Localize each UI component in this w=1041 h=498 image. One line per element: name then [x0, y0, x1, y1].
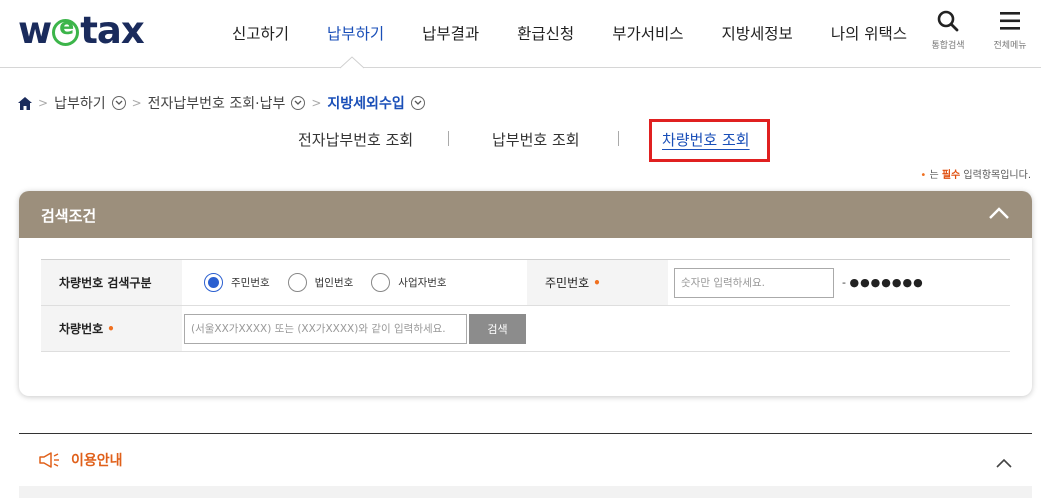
radio-circle — [371, 273, 391, 292]
hamburger-menu-icon — [1000, 12, 1020, 30]
highlight-box — [649, 119, 770, 162]
chevron-down-icon[interactable] — [410, 96, 425, 110]
required-dot: • — [920, 170, 927, 181]
breadcrumb-item-electronic-payment[interactable]: 전자납부번호 조회·납부 — [148, 93, 306, 113]
search-icon — [937, 10, 959, 32]
resident-number-label-text: 주민번호 — [545, 276, 590, 290]
nav-item-report[interactable]: 신고하기 — [232, 22, 289, 44]
chevron-down-icon[interactable] — [291, 96, 306, 110]
usage-guide-title: 이용안내 — [71, 453, 123, 469]
required-note-suffix: 입력항목입니다. — [960, 170, 1031, 181]
nav-item-payment-result[interactable]: 납부결과 — [422, 22, 479, 44]
radio-corporate-number[interactable]: 법인번호 — [287, 273, 354, 292]
tab-electronic-payment-number[interactable]: 전자납부번호 조회 — [298, 129, 413, 150]
required-note-prefix: 는 — [929, 170, 942, 181]
breadcrumb-separator-icon: > — [311, 96, 322, 110]
required-dot: • — [593, 275, 601, 290]
breadcrumb-separator-icon: > — [131, 96, 142, 110]
resident-number-input[interactable]: 숫자만 입력하세요. — [674, 267, 834, 298]
integrated-search-button[interactable]: 통합검색 — [928, 10, 968, 51]
resident-number-masked: - ●●●●●●● — [842, 276, 924, 289]
usage-guide-header[interactable]: 이용안내 — [39, 450, 123, 470]
required-fields-note: • 는 필수 입력항목입니다. — [920, 166, 1031, 181]
search-type-radios: 주민번호 법인번호 사업자번호 — [182, 260, 527, 305]
nav-item-local-tax-info[interactable]: 지방세정보 — [722, 22, 793, 44]
table-row: 차량번호 • (서울XX가XXXX) 또는 (XX가XXXX)와 같이 입력하세요… — [41, 306, 1010, 352]
radio-label: 법인번호 — [314, 277, 354, 289]
breadcrumb-label: 전자납부번호 조회·납부 — [147, 96, 286, 112]
wetax-logo[interactable]: w tax — [18, 9, 145, 52]
tab-payment-number[interactable]: 납부번호 조회 — [492, 129, 580, 150]
masked-dots: ●●●●●●● — [849, 276, 924, 289]
main-nav: 신고하기 납부하기 납부결과 환급신청 부가서비스 지방세정보 나의 위택스 — [232, 22, 945, 44]
nav-item-payment[interactable]: 납부하기 — [327, 22, 384, 44]
nav-item-refund[interactable]: 환급신청 — [517, 22, 574, 44]
megaphone-icon — [39, 452, 59, 468]
search-button[interactable]: 검색 — [469, 313, 526, 344]
resident-number-cell: 숫자만 입력하세요. - ●●●●●●● — [668, 260, 1010, 305]
search-form-table: 차량번호 검색구분 주민번호 법인번호 사업자번호 주민번호 • 숫자만 입력하… — [41, 259, 1010, 352]
search-label: 통합검색 — [931, 41, 965, 51]
breadcrumb-label: 지방세외수입 — [327, 96, 405, 112]
vehicle-number-label: 차량번호 • — [41, 306, 182, 351]
sub-tabs: 전자납부번호 조회 납부번호 조회 차량번호 조회 — [0, 129, 1041, 159]
chevron-up-icon[interactable] — [988, 205, 1010, 224]
radio-circle — [204, 273, 223, 292]
masked-prefix: - — [842, 276, 846, 289]
radio-label: 사업자번호 — [398, 277, 447, 289]
menu-label: 전체메뉴 — [993, 41, 1027, 51]
panel-header[interactable]: 검색조건 — [19, 191, 1032, 238]
search-conditions-panel: 검색조건 차량번호 검색구분 주민번호 법인번호 사업자번호 주민번호 • 숫자… — [19, 191, 1032, 396]
radio-circle — [287, 273, 307, 292]
logo-text-post: tax — [80, 9, 145, 52]
breadcrumb-item-payment[interactable]: 납부하기 — [54, 93, 126, 113]
nav-item-extra-services[interactable]: 부가서비스 — [612, 22, 683, 44]
search-type-label: 차량번호 검색구분 — [41, 260, 182, 305]
search-type-label-text: 차량번호 검색구분 — [59, 276, 152, 290]
chevron-up-icon[interactable] — [996, 453, 1012, 472]
tab-divider — [448, 131, 449, 146]
usage-guide-content-bar — [19, 486, 1032, 498]
home-icon[interactable] — [18, 96, 32, 110]
logo-text-pre: w — [18, 9, 52, 52]
vehicle-number-input[interactable]: (서울XX가XXXX) 또는 (XX가XXXX)와 같이 입력하세요. — [184, 313, 467, 344]
breadcrumb-separator-icon: > — [38, 96, 49, 110]
site-header: w tax 신고하기 납부하기 납부결과 환급신청 부가서비스 지방세정보 나의… — [0, 0, 1041, 69]
all-menu-button[interactable]: 전체메뉴 — [990, 10, 1030, 51]
vehicle-number-cell: (서울XX가XXXX) 또는 (XX가XXXX)와 같이 입력하세요. 검색 — [182, 306, 1010, 351]
chevron-down-icon[interactable] — [111, 96, 126, 110]
breadcrumb: > 납부하기 > 전자납부번호 조회·납부 > 지방세외수입 — [18, 93, 425, 113]
logo-e-mark — [52, 15, 80, 46]
required-dot: • — [107, 321, 115, 336]
vehicle-number-label-text: 차량번호 — [59, 322, 104, 336]
radio-business-number[interactable]: 사업자번호 — [371, 273, 447, 292]
tab-divider — [618, 131, 619, 146]
usage-guide-section: 이용안내 — [19, 433, 1032, 473]
radio-resident-number[interactable]: 주민번호 — [204, 273, 270, 292]
table-row: 차량번호 검색구분 주민번호 법인번호 사업자번호 주민번호 • 숫자만 입력하… — [41, 260, 1010, 306]
panel-title: 검색조건 — [41, 207, 97, 225]
breadcrumb-item-non-tax-revenue[interactable]: 지방세외수입 — [327, 93, 425, 113]
required-note-strong: 필수 — [941, 170, 961, 181]
radio-label: 주민번호 — [231, 277, 270, 289]
breadcrumb-label: 납부하기 — [54, 96, 106, 112]
resident-number-label: 주민번호 • — [527, 260, 668, 305]
nav-item-my-wetax[interactable]: 나의 위택스 — [831, 22, 907, 44]
nav-active-caret — [340, 56, 364, 69]
